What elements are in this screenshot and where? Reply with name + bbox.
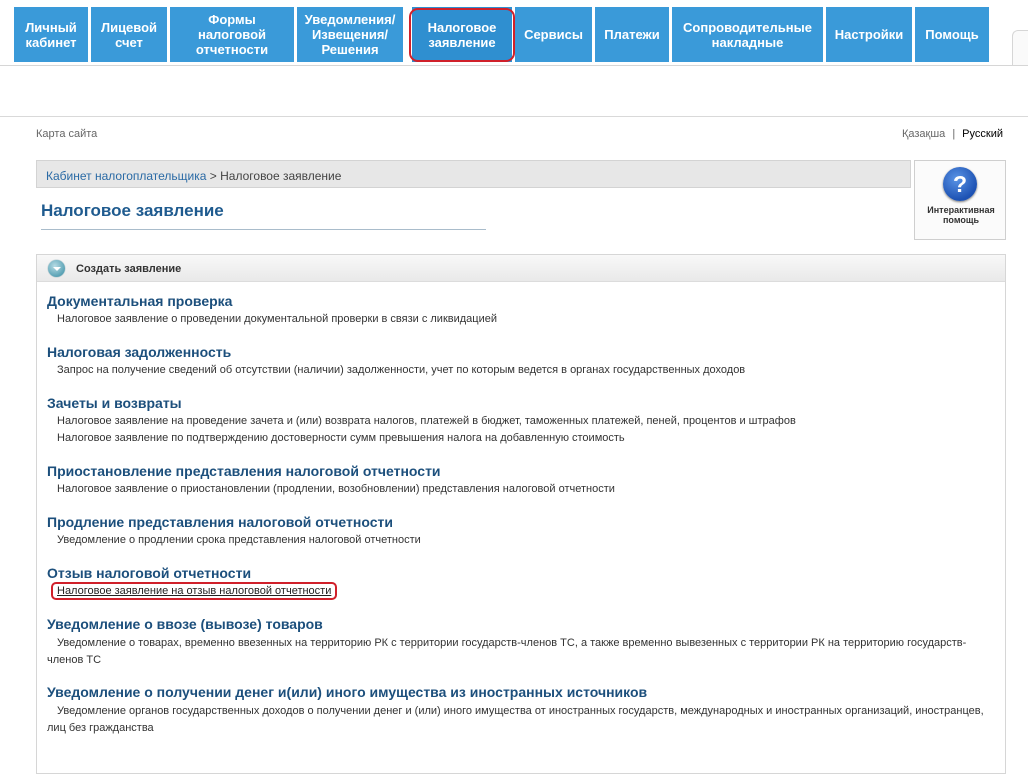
panel-title: Создать заявление [76, 263, 182, 275]
sitemap-link[interactable]: Карта сайта [36, 128, 97, 140]
link-extension[interactable]: Уведомление о продлении срока представле… [57, 534, 421, 546]
help-label: Интерактивная помощь [927, 205, 995, 225]
section-title-offsets-refunds: Зачеты и возвраты [47, 395, 182, 411]
section-title-import-export: Уведомление о ввозе (вывозе) товаров [47, 616, 323, 632]
link-vat-confirmation[interactable]: Налоговое заявление по подтверждению дос… [57, 432, 625, 444]
section-title-suspension: Приостановление представления налоговой … [47, 463, 441, 479]
lang-russian-link[interactable]: Русский [962, 128, 1003, 140]
top-navigation: Личный кабинет Лицевой счет Формы налого… [0, 0, 1028, 66]
nav-payments[interactable]: Платежи [595, 7, 669, 62]
section-title-documentary-audit: Документальная проверка [47, 293, 233, 309]
section-title-tax-debt: Налоговая задолженность [47, 344, 232, 360]
nav-settings[interactable]: Настройки [826, 7, 912, 62]
nav-personal-account[interactable]: Лицевой счет [91, 7, 167, 62]
link-tax-debt[interactable]: Запрос на получение сведений об отсутств… [57, 364, 745, 376]
interactive-help-button[interactable]: ? Интерактивная помощь [914, 160, 1006, 240]
help-icon: ? [943, 167, 977, 201]
nav-personal-cabinet[interactable]: Личный кабинет [14, 7, 88, 62]
link-import-export[interactable]: Уведомление о товарах, временно ввезенны… [47, 635, 987, 669]
link-foreign-funds[interactable]: Уведомление органов государственных дохо… [47, 703, 987, 737]
header-divider [0, 116, 1028, 117]
breadcrumb-root-link[interactable]: Кабинет налогоплательщика [46, 169, 206, 183]
scroll-corner [1012, 30, 1028, 65]
nav-tax-application[interactable]: Налоговое заявление [412, 7, 512, 62]
link-suspension[interactable]: Налоговое заявление о приостановлении (п… [57, 483, 615, 495]
nav-help[interactable]: Помощь [915, 7, 989, 62]
nav-notifications[interactable]: Уведомления/ Извещения/ Решения [297, 7, 403, 62]
section-title-recall: Отзыв налоговой отчетности [47, 565, 252, 581]
nav-services[interactable]: Сервисы [515, 7, 592, 62]
nav-waybills[interactable]: Сопроводительные накладные [672, 7, 823, 62]
language-switcher: Қазақша | Русский [902, 128, 1003, 140]
nav-tax-reporting-forms[interactable]: Формы налоговой отчетности [170, 7, 294, 62]
breadcrumb-current: Налоговое заявление [220, 169, 342, 183]
link-offset-refund[interactable]: Налоговое заявление на проведение зачета… [57, 415, 796, 427]
breadcrumb: Кабинет налогоплательщика > Налоговое за… [36, 160, 911, 188]
link-recall[interactable]: Налоговое заявление на отзыв налоговой о… [57, 585, 331, 597]
link-documentary-audit[interactable]: Налоговое заявление о проведении докумен… [57, 313, 497, 325]
lang-separator: | [952, 128, 956, 140]
collapse-icon[interactable] [48, 260, 65, 277]
section-title-extension: Продление представления налоговой отчетн… [47, 514, 393, 530]
section-title-foreign-funds: Уведомление о получении денег и(или) ино… [47, 684, 648, 700]
title-underline [41, 229, 486, 230]
lang-kazakh-link[interactable]: Қазақша [902, 128, 945, 140]
breadcrumb-separator: > [206, 169, 221, 183]
page-title: Налоговое заявление [41, 201, 224, 220]
panel-header[interactable]: Создать заявление [37, 255, 1005, 282]
